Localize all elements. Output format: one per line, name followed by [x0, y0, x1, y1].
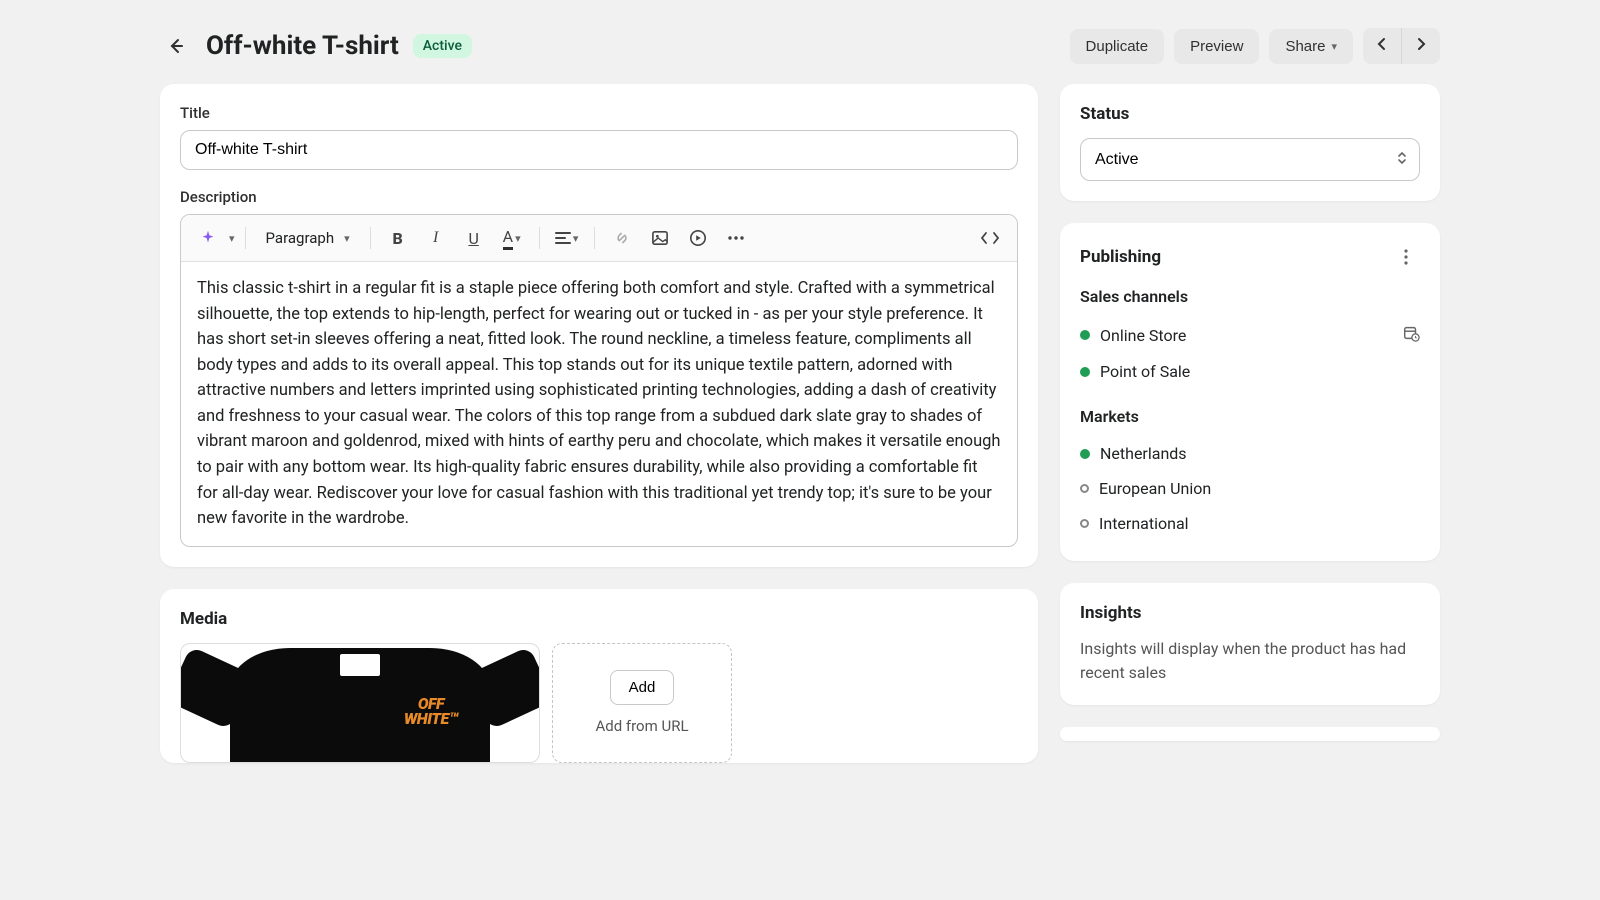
status-dot-active [1080, 367, 1090, 377]
chevron-right-icon [1415, 37, 1427, 51]
sales-channel-item: Point of Sale [1080, 354, 1420, 389]
chevron-down-icon[interactable]: ▾ [229, 232, 235, 245]
market-name: Netherlands [1100, 444, 1187, 463]
status-badge: Active [413, 34, 472, 58]
align-button[interactable]: ▾ [550, 221, 584, 255]
schedule-button[interactable] [1402, 324, 1420, 346]
calendar-clock-icon [1402, 324, 1420, 342]
description-textarea[interactable]: This classic t-shirt in a regular fit is… [181, 262, 1017, 546]
ai-assist-button[interactable] [191, 221, 225, 255]
align-left-icon [555, 231, 571, 245]
code-icon [980, 231, 1000, 245]
status-select[interactable]: Active [1080, 138, 1420, 181]
more-button[interactable] [719, 221, 753, 255]
publishing-label: Publishing [1080, 247, 1161, 267]
chevron-down-icon: ▾ [515, 232, 521, 245]
add-media-button[interactable]: Add [610, 670, 675, 705]
image-button[interactable] [643, 221, 677, 255]
italic-button[interactable]: I [419, 221, 453, 255]
image-icon [651, 230, 669, 246]
market-name: European Union [1099, 479, 1211, 498]
status-label: Status [1080, 104, 1420, 124]
video-button[interactable] [681, 221, 715, 255]
add-media-tile[interactable]: Add Add from URL [552, 643, 732, 763]
status-dot-inactive [1080, 519, 1089, 528]
product-image: OFF WHITE™ [230, 648, 490, 763]
insights-label: Insights [1080, 603, 1420, 623]
title-input[interactable] [180, 130, 1018, 170]
prev-button[interactable] [1363, 28, 1401, 64]
chevron-left-icon [1376, 37, 1388, 51]
kebab-icon [1404, 249, 1408, 265]
text-color-button[interactable]: A ▾ [495, 221, 529, 255]
share-button[interactable]: Share ▾ [1269, 29, 1353, 64]
toolbar-separator [594, 227, 595, 249]
format-selector[interactable]: Paragraph ▾ [256, 223, 360, 253]
chevron-down-icon: ▾ [1331, 40, 1337, 53]
toolbar-separator [245, 227, 246, 249]
link-icon [613, 229, 631, 247]
page-header: Off-white T-shirt Active Duplicate Previ… [160, 28, 1440, 64]
title-description-card: Title Description ▾ Paragraph ▾ [160, 84, 1038, 567]
add-from-url-link[interactable]: Add from URL [595, 717, 688, 735]
editor-toolbar: ▾ Paragraph ▾ B I U A ▾ [181, 215, 1017, 262]
link-button[interactable] [605, 221, 639, 255]
media-thumbnail[interactable]: OFF WHITE™ [180, 643, 540, 763]
bold-button[interactable]: B [381, 221, 415, 255]
next-button[interactable] [1401, 28, 1440, 64]
market-item: Netherlands [1080, 436, 1420, 471]
sales-channels-heading: Sales channels [1080, 287, 1420, 306]
play-circle-icon [689, 229, 707, 247]
preview-button[interactable]: Preview [1174, 29, 1259, 64]
code-view-button[interactable] [973, 221, 1007, 255]
next-card-peek [1060, 727, 1440, 741]
sales-channel-item: Online Store [1080, 316, 1420, 354]
description-editor: ▾ Paragraph ▾ B I U A ▾ [180, 214, 1018, 547]
status-dot-active [1080, 449, 1090, 459]
chevron-down-icon: ▾ [573, 232, 579, 245]
share-label: Share [1285, 38, 1325, 55]
toolbar-separator [370, 227, 371, 249]
back-button[interactable] [160, 30, 192, 62]
publishing-card: Publishing Sales channels Online Store P… [1060, 223, 1440, 561]
insights-text: Insights will display when the product h… [1080, 637, 1420, 685]
media-label: Media [180, 609, 1018, 629]
markets-heading: Markets [1080, 407, 1420, 426]
channel-name: Online Store [1100, 326, 1186, 345]
arrow-left-icon [166, 36, 186, 56]
prev-next-group [1363, 28, 1440, 64]
sparkle-icon [199, 229, 217, 247]
publishing-more-button[interactable] [1392, 243, 1420, 271]
ellipsis-icon [727, 235, 745, 241]
status-card: Status Active [1060, 84, 1440, 201]
market-item: International [1080, 506, 1420, 541]
duplicate-button[interactable]: Duplicate [1070, 29, 1165, 64]
market-item: European Union [1080, 471, 1420, 506]
description-label: Description [180, 188, 1018, 206]
status-dot-active [1080, 330, 1090, 340]
insights-card: Insights Insights will display when the … [1060, 583, 1440, 705]
page-title: Off-white T-shirt [206, 31, 399, 61]
toolbar-separator [539, 227, 540, 249]
market-name: International [1099, 514, 1189, 533]
chevron-down-icon: ▾ [344, 232, 350, 245]
title-label: Title [180, 104, 1018, 122]
underline-button[interactable]: U [457, 221, 491, 255]
status-dot-inactive [1080, 484, 1089, 493]
channel-name: Point of Sale [1100, 362, 1190, 381]
media-card: Media OFF WHITE™ Add Add from U [160, 589, 1038, 763]
format-label: Paragraph [266, 229, 335, 247]
